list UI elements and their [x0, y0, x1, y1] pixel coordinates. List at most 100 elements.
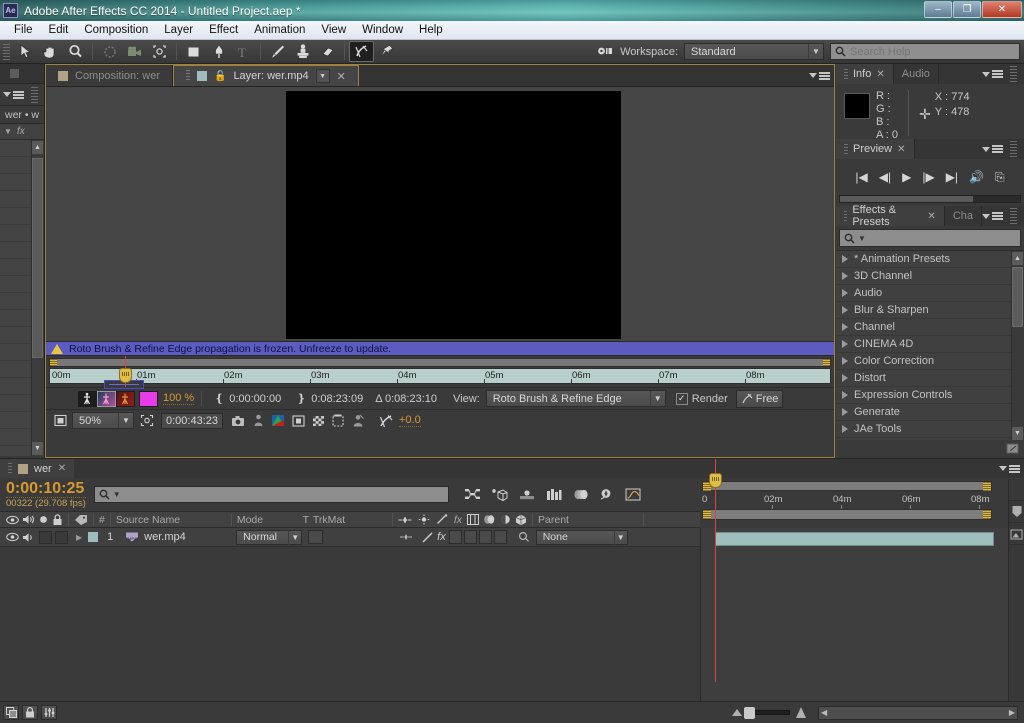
list-item[interactable]: CINEMA 4D: [836, 336, 1024, 353]
draft-3d-icon[interactable]: [491, 488, 508, 502]
menu-item-file[interactable]: File: [6, 22, 41, 38]
timeline-ruler-area[interactable]: 0 02m 04m 06m 08m: [700, 479, 1008, 528]
brush-tool-icon[interactable]: [265, 41, 290, 62]
layer-expand-triangle-icon[interactable]: ▶: [76, 533, 82, 542]
list-item[interactable]: Color Correction: [836, 353, 1024, 370]
timeline-horizontal-scrollbar[interactable]: ◀ ▶: [818, 705, 1018, 720]
scroll-left-icon[interactable]: ◀: [821, 708, 827, 717]
work-area-end-handle[interactable]: [823, 359, 830, 366]
viewer-work-area-bar[interactable]: [49, 358, 831, 367]
out-point-value[interactable]: 0:08:23:09: [311, 393, 363, 405]
enable-motion-blur-icon[interactable]: [573, 488, 588, 501]
expand-triangle-icon[interactable]: [842, 357, 848, 365]
layer-motion-blur-toggle[interactable]: [463, 530, 477, 544]
scroll-up-icon[interactable]: ▲: [1012, 252, 1023, 265]
scroll-right-icon[interactable]: ▶: [1009, 708, 1015, 717]
chevron-down-icon[interactable]: ▼: [113, 490, 121, 499]
timeline-playhead[interactable]: [709, 473, 722, 488]
ram-preview-button[interactable]: ⎘: [995, 170, 1005, 185]
clone-stamp-tool-icon[interactable]: [290, 41, 315, 62]
tab-preview[interactable]: Preview ✕: [836, 139, 915, 159]
zoom-in-icon[interactable]: [796, 707, 806, 718]
layer-frame-blend-toggle[interactable]: [448, 530, 462, 544]
layer-parent-dropdown[interactable]: None ▼: [535, 529, 628, 545]
effects-scrollbar[interactable]: ▲ ▼: [1011, 251, 1024, 440]
timeline-time-display[interactable]: 0:00:10:25 00322 (29.708 fps): [6, 480, 86, 509]
expand-triangle-icon[interactable]: [842, 272, 848, 280]
next-frame-button[interactable]: |▶: [922, 170, 934, 184]
maximize-button[interactable]: ❐: [953, 1, 981, 18]
list-item[interactable]: Expression Controls: [836, 387, 1024, 404]
timeline-duration-bar[interactable]: [702, 509, 992, 520]
lock-icon[interactable]: [52, 513, 63, 526]
resolution-icon[interactable]: [288, 412, 308, 429]
menu-item-effect[interactable]: Effect: [201, 22, 246, 38]
new-folder-icon[interactable]: [1006, 442, 1019, 454]
list-item[interactable]: JAe Tools: [836, 421, 1024, 438]
hide-shy-layers-icon[interactable]: [519, 489, 535, 501]
layer-source-name[interactable]: wer.mp4: [144, 531, 236, 543]
work-area-start-handle[interactable]: [50, 359, 57, 366]
audio-button[interactable]: 🔊: [969, 170, 984, 184]
eye-icon[interactable]: [6, 515, 19, 525]
viewer-canvas[interactable]: [46, 87, 834, 341]
layer-mode-dropdown[interactable]: Normal ▼: [236, 529, 303, 545]
menu-item-layer[interactable]: Layer: [156, 22, 201, 38]
freeze-button[interactable]: Free: [735, 389, 784, 408]
play-button[interactable]: ▶: [902, 170, 911, 184]
always-preview-icon[interactable]: [50, 412, 70, 429]
expand-triangle-icon[interactable]: [842, 374, 848, 382]
close-icon[interactable]: ✕: [897, 144, 905, 155]
pen-tool-icon[interactable]: [206, 41, 231, 62]
layer-solo-toggle[interactable]: [39, 530, 52, 544]
scroll-down-icon[interactable]: ▼: [32, 442, 43, 455]
show-snapshot-icon[interactable]: [248, 412, 268, 429]
menu-item-help[interactable]: Help: [411, 22, 451, 38]
previous-frame-button[interactable]: ◀|: [879, 170, 891, 184]
camera-tool-icon[interactable]: [122, 41, 147, 62]
timeline-zoom-slider[interactable]: ◀ ▶: [732, 705, 1024, 720]
in-point-value[interactable]: 0:00:00:00: [229, 393, 281, 405]
close-icon[interactable]: ✕: [876, 69, 884, 80]
roto-offset-value[interactable]: +0.0: [399, 414, 421, 427]
alpha-overlay-button[interactable]: [97, 390, 116, 407]
effects-search-field[interactable]: ▼: [839, 229, 1021, 247]
trkmat-header[interactable]: TrkMat: [313, 514, 387, 526]
layer-duration-bar[interactable]: [715, 532, 994, 546]
menu-item-animation[interactable]: Animation: [246, 22, 313, 38]
collapse-triangle-icon[interactable]: ▼: [4, 127, 12, 136]
t-header[interactable]: T: [299, 514, 313, 526]
list-item[interactable]: Audio: [836, 285, 1024, 302]
scroll-thumb[interactable]: [32, 158, 43, 358]
zoom-out-icon[interactable]: [732, 709, 742, 716]
left-panel-scrollbar[interactable]: ▲ ▼: [31, 140, 44, 456]
tab-effects-presets[interactable]: Effects & Presets ✕: [836, 204, 945, 228]
expand-triangle-icon[interactable]: [842, 255, 848, 263]
viewer-playhead[interactable]: [119, 368, 132, 383]
audio-icon[interactable]: [22, 514, 35, 525]
layer-audio-icon[interactable]: [22, 532, 35, 543]
hand-tool-icon[interactable]: [38, 41, 63, 62]
scroll-up-icon[interactable]: ▲: [32, 141, 43, 154]
chevron-down-icon[interactable]: ▼: [315, 69, 330, 83]
zoom-tool-icon[interactable]: [63, 41, 88, 62]
overlay-color-swatch[interactable]: [139, 390, 158, 407]
workspace-switch-icon[interactable]: [597, 45, 614, 58]
timeline-work-area-bar[interactable]: [702, 481, 992, 491]
tab-timeline-wer[interactable]: wer ✕: [0, 459, 75, 478]
out-point-icon[interactable]: ❵: [291, 390, 311, 407]
current-time-field[interactable]: 0:00:43:23: [161, 412, 223, 429]
chevron-down-icon[interactable]: ▼: [858, 234, 866, 243]
layer-label-color[interactable]: [88, 532, 99, 542]
panel-grip-icon[interactable]: [1010, 208, 1017, 224]
puppet-pin-tool-icon[interactable]: [374, 41, 399, 62]
alpha-channel-button[interactable]: [116, 390, 135, 407]
expand-triangle-icon[interactable]: [842, 323, 848, 331]
enable-frame-blending-icon[interactable]: [546, 488, 562, 501]
timeline-search-field[interactable]: ▼: [93, 486, 449, 503]
layer-adjustment-toggle[interactable]: [478, 530, 492, 544]
panel-grip-icon[interactable]: [1010, 66, 1017, 82]
label-color-icon[interactable]: [74, 514, 88, 526]
panel-menu-icon[interactable]: [3, 90, 24, 99]
roto-brush-tool-icon[interactable]: [349, 41, 374, 62]
